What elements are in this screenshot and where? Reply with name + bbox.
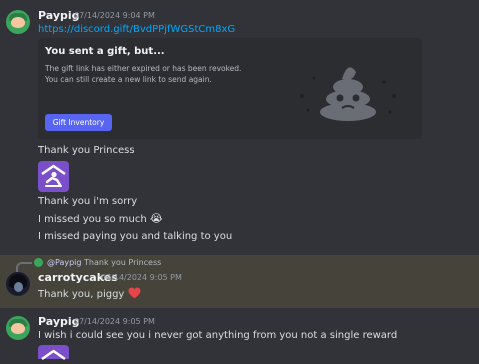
avatar-face — [14, 282, 23, 292]
avatar[interactable] — [6, 10, 30, 34]
heart-icon — [128, 287, 141, 299]
message-timestamp: 07/14/2024 9:05 PM — [101, 273, 182, 282]
reply-avatar — [34, 258, 43, 267]
message-line-text: Thank you, piggy — [38, 289, 125, 300]
poop-icon — [300, 67, 396, 121]
kneeling-person-icon — [38, 345, 69, 361]
gift-inventory-button-label: Gift Inventory — [52, 118, 105, 127]
reply-preview[interactable]: @Paypig Thank you Princess — [47, 258, 161, 267]
avatar-face — [11, 17, 25, 28]
crying-face-icon: 😭 — [149, 212, 163, 225]
message-timestamp: 07/14/2024 9:04 PM — [74, 11, 155, 20]
message-line: I missed paying you and talking to you — [38, 231, 233, 242]
avatar[interactable] — [6, 316, 30, 340]
gift-link[interactable]: https://discord.gift/BvdPPjfWGStCm8xG — [38, 24, 235, 35]
kneeling-person-icon — [38, 161, 69, 192]
message-timestamp: 07/14/2024 9:05 PM — [74, 317, 155, 326]
gift-embed-card: You sent a gift, but... The gift link ha… — [38, 38, 422, 139]
reply-connector — [16, 262, 32, 272]
message-line: Thank you i'm sorry — [38, 196, 138, 207]
message-line: I wish i could see you i never got anyth… — [38, 330, 398, 341]
message-line: Thank you, piggy — [38, 287, 141, 300]
reply-text: Thank you Princess — [84, 258, 162, 267]
reply-mention: @Paypig — [47, 258, 82, 267]
message-line: Thank you Princess — [38, 145, 135, 156]
gift-card-description: The gift link has either expired or has … — [45, 64, 242, 84]
message-line-text: I missed you so much — [38, 214, 147, 225]
gift-inventory-button[interactable]: Gift Inventory — [45, 114, 112, 131]
gift-card-title: You sent a gift, but... — [45, 46, 165, 57]
avatar-face — [11, 323, 25, 334]
avatar[interactable] — [6, 272, 30, 296]
message-line: I missed you so much 😭 — [38, 212, 163, 225]
